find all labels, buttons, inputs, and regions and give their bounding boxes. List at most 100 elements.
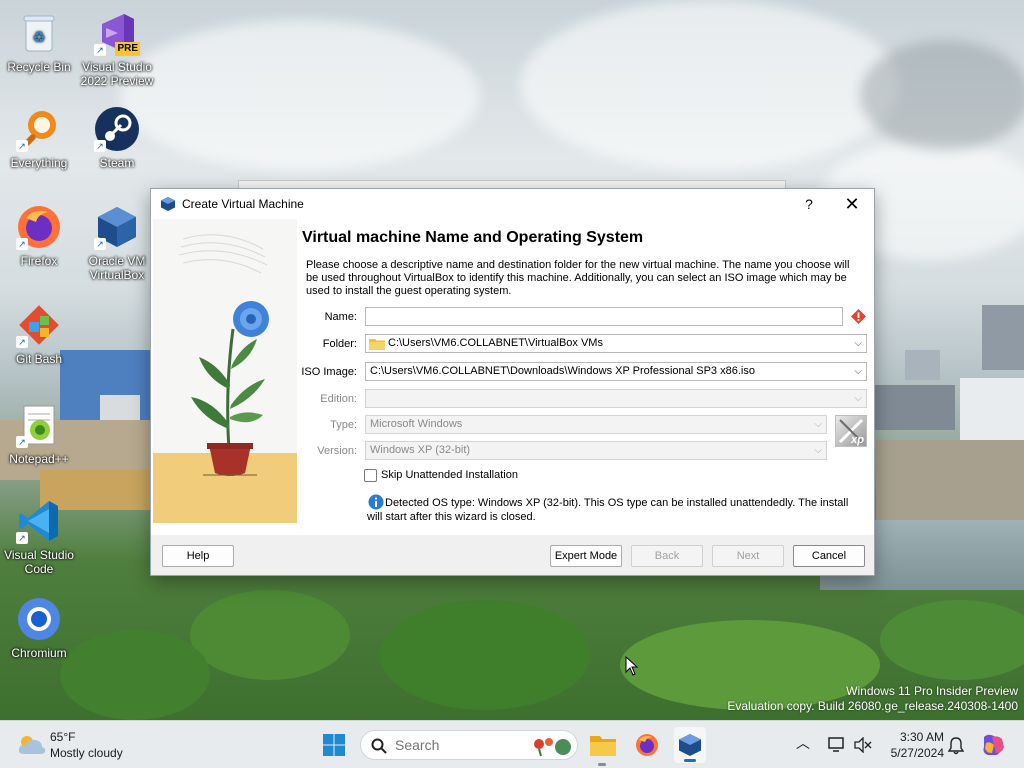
iso-image-select[interactable]: C:\Users\VM6.COLLABNET\Downloads\Windows… (365, 362, 867, 381)
desktop-icon-label: Oracle VM (88, 254, 146, 268)
name-field[interactable] (365, 307, 843, 326)
help-icon[interactable]: ? (799, 193, 819, 215)
type-value: Microsoft Windows (370, 418, 463, 430)
shortcut-arrow-icon: ↗ (16, 336, 28, 348)
expert-mode-button[interactable]: Expert Mode (550, 545, 622, 567)
type-select[interactable]: Microsoft Windows ⌵ (365, 415, 827, 434)
shortcut-arrow-icon: ↗ (94, 238, 106, 250)
cancel-button[interactable]: Cancel (793, 545, 865, 567)
create-vm-dialog: Create Virtual Machine ? ✕ Virtual machi… (150, 188, 875, 576)
back-button[interactable]: Back (631, 545, 703, 567)
speaker-muted-icon[interactable] (854, 737, 872, 753)
dialog-titlebar[interactable]: Create Virtual Machine ? ✕ (151, 189, 874, 219)
firefox-icon (636, 734, 658, 756)
chevron-down-icon: ⌵ (854, 366, 862, 377)
taskbar-firefox[interactable] (632, 729, 662, 761)
folder-label: Folder: (322, 338, 357, 350)
desktop-icon-label: Firefox (20, 254, 58, 268)
cloudy-weather-icon (18, 736, 46, 754)
error-icon (851, 309, 866, 324)
desktop-icon-label: Everything (10, 156, 68, 170)
dialog-content: Virtual machine Name and Operating Syste… (151, 219, 874, 535)
name-input[interactable] (370, 308, 842, 325)
desktop-icon-label: Notepad++ (9, 452, 69, 466)
search-highlight-flowers-icon (534, 738, 571, 757)
edition-select[interactable]: ⌵ (365, 389, 867, 408)
chevron-down-icon: ⌵ (814, 419, 822, 430)
desktop-icon-everything[interactable]: ↗ Everything (1, 106, 77, 170)
desktop-icon-notepad-plus-plus[interactable]: ↗ Notepad++ (1, 402, 77, 466)
running-indicator (598, 763, 606, 766)
close-icon[interactable]: ✕ (841, 193, 863, 215)
cloud (520, 0, 900, 170)
recycle-bin-icon: ♻ (16, 10, 62, 56)
tree (380, 600, 590, 710)
page-description: Please choose a descriptive name and des… (306, 259, 850, 297)
version-select[interactable]: Windows XP (32-bit) ⌵ (365, 441, 827, 460)
visual-studio-icon: PRE ↗ (94, 10, 140, 56)
desktop-icon-label: Code (24, 562, 54, 576)
watermark-line: Evaluation copy. Build 26080.ge_release.… (727, 699, 1018, 713)
active-indicator (684, 759, 696, 762)
desktop-icon-visual-studio-2022-preview[interactable]: PRE ↗ Visual Studio 2022 Preview (79, 10, 155, 88)
tree (880, 600, 1024, 680)
desktop-icon-label: VirtualBox (89, 268, 145, 282)
os-watermark: Windows 11 Pro Insider Preview Evaluatio… (727, 684, 1018, 714)
iso-image-label: ISO Image: (301, 366, 357, 378)
search-icon (371, 738, 387, 754)
desktop-icon-label: Recycle Bin (7, 60, 71, 74)
chevron-down-icon: ⌵ (814, 445, 822, 456)
notepad-plus-plus-icon: ↗ (16, 402, 62, 448)
os-type-icon: xp (835, 415, 867, 447)
tree (190, 590, 350, 680)
desktop-icon-label: Git Bash (15, 352, 63, 366)
taskbar-virtualbox[interactable] (674, 727, 706, 763)
folder-select[interactable]: C:\Users\VM6.COLLABNET\VirtualBox VMs ⌵ (365, 334, 867, 353)
weather-widget[interactable] (14, 729, 48, 761)
cloud (860, 40, 1024, 150)
folder-icon (369, 339, 385, 350)
desktop-icon-label: Visual Studio (82, 60, 152, 74)
copilot-icon[interactable] (980, 733, 1006, 757)
svg-text:♻: ♻ (33, 29, 46, 45)
desktop-icon-chromium[interactable]: Chromium (1, 596, 77, 660)
taskbar-file-explorer[interactable] (588, 729, 618, 761)
dialog-title: Create Virtual Machine (182, 197, 304, 211)
display-icon[interactable] (828, 737, 846, 753)
desktop-icon-recycle-bin[interactable]: ♻ Recycle Bin (1, 10, 77, 74)
steam-icon: ↗ (94, 106, 140, 152)
desktop-icon-git-bash[interactable]: ↗ Git Bash (1, 302, 77, 366)
weather-description[interactable]: Mostly cloudy (50, 745, 123, 761)
chevron-up-icon[interactable]: ︿ (796, 735, 810, 751)
chromium-icon (16, 596, 62, 642)
clock-date[interactable]: 5/27/2024 (882, 745, 944, 761)
building (982, 305, 1024, 370)
windows-logo-icon (323, 734, 345, 756)
desktop-icon-label: Visual Studio (4, 548, 74, 562)
desktop-icon-label: Chromium (11, 646, 67, 660)
start-button[interactable] (320, 731, 348, 759)
version-label: Version: (317, 445, 357, 457)
weather-temperature[interactable]: 65°F (50, 729, 75, 745)
shortcut-arrow-icon: ↗ (16, 238, 28, 250)
search-input[interactable] (395, 737, 515, 753)
virtualbox-icon: ↗ (94, 204, 140, 250)
mouse-cursor-icon (625, 656, 639, 676)
desktop-icon-visual-studio-code[interactable]: ↗ Visual Studio Code (1, 498, 77, 576)
notification-bell-icon[interactable] (948, 737, 964, 755)
skip-unattended-checkbox[interactable] (364, 469, 377, 482)
name-label: Name: (324, 311, 357, 323)
firefox-icon: ↗ (16, 204, 62, 250)
chevron-down-icon: ⌵ (854, 338, 862, 349)
desktop-icon-firefox[interactable]: ↗ Firefox (1, 204, 77, 268)
preview-badge: PRE (115, 42, 140, 56)
desktop-icon-steam[interactable]: ↗ Steam (79, 106, 155, 170)
folder-value: C:\Users\VM6.COLLABNET\VirtualBox VMs (388, 337, 603, 349)
chevron-down-icon: ⌵ (854, 393, 862, 404)
clock-time[interactable]: 3:30 AM (882, 729, 944, 745)
taskbar-search[interactable] (360, 730, 578, 760)
skip-unattended-label[interactable]: Skip Unattended Installation (381, 469, 518, 481)
next-button[interactable]: Next (712, 545, 784, 567)
help-button[interactable]: Help (162, 545, 234, 567)
desktop-icon-oracle-vm-virtualbox[interactable]: ↗ Oracle VM VirtualBox (79, 204, 155, 282)
